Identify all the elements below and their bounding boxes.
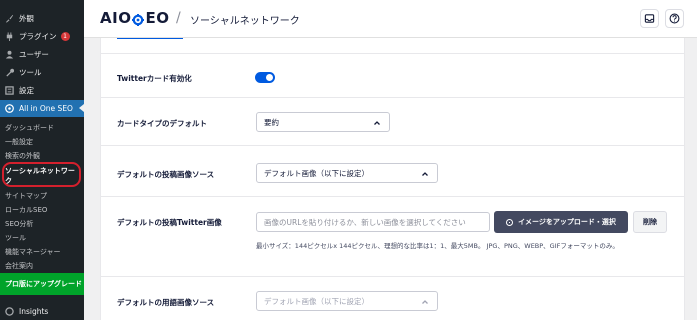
help-button[interactable] (665, 9, 684, 28)
select-value: 要約 (264, 117, 279, 127)
sidebar-item-label: ツール (19, 67, 42, 77)
sidebar-item-users[interactable]: ユーザー (0, 45, 84, 63)
chevron-up-icon (374, 121, 380, 125)
row-divider (101, 145, 684, 146)
notifications-button[interactable] (640, 9, 659, 28)
image-size-help-text: 最小サイズ：144ピクセルx 144ピクセル、理想的な比率は1：1、最大5MB。… (256, 242, 619, 250)
toggle-knob (266, 74, 273, 81)
admin-sidebar: 外観 プラグイン 1 ユーザー ツール 設定 All in One SEO ダッ… (0, 0, 84, 320)
submenu-item-search-appearance[interactable]: 検索の外観 (0, 149, 84, 162)
twitter-image-url-input[interactable]: 画像のURLを貼り付けるか、新しい画像を選択してください (256, 212, 490, 232)
update-count-badge: 1 (60, 31, 70, 41)
sidebar-item-label: 外観 (19, 13, 34, 23)
twitter-image-label: デフォルトの投稿Twitter画像 (117, 218, 222, 227)
user-icon (5, 50, 14, 59)
card-type-label: カードタイプのデフォルト (117, 119, 207, 128)
highlight-annotation (2, 162, 81, 187)
settings-icon (5, 85, 14, 95)
row-divider (101, 53, 684, 54)
sidebar-item-label: ユーザー (19, 49, 49, 59)
social-settings-card: Twitterカード有効化 カードタイプのデフォルト 要約 デフォルトの投稿画像… (100, 38, 685, 320)
plugin-icon (5, 31, 14, 41)
upload-circle-icon (506, 218, 514, 226)
sidebar-item-tools[interactable]: ツール (0, 63, 84, 81)
term-image-source-label: デフォルトの用語画像ソース (117, 298, 215, 307)
chevron-up-icon (422, 172, 428, 176)
upload-button-label: イメージをアップロード・選択 (518, 218, 616, 226)
submenu-item-seo-analysis[interactable]: SEO分析 (0, 217, 84, 230)
logo-gear-icon (132, 12, 145, 26)
cut-off-link[interactable] (117, 31, 183, 39)
inbox-icon (644, 14, 655, 23)
remove-image-button[interactable]: 削除 (633, 211, 667, 233)
sidebar-item-insights[interactable]: Insights (0, 303, 84, 320)
breadcrumb-separator: / (176, 10, 181, 26)
sidebar-item-label: プラグイン (19, 31, 57, 41)
sidebar-item-label: Insights (19, 307, 49, 316)
sidebar-item-plugins[interactable]: プラグイン 1 (0, 27, 84, 45)
page-title: ソーシャルネットワーク (190, 16, 300, 27)
card-type-select[interactable]: 要約 (256, 112, 390, 132)
submenu-item-tools[interactable]: ツール (0, 231, 84, 244)
active-menu-arrow (79, 104, 84, 112)
logo-text: AIO (100, 9, 132, 27)
sidebar-item-all-in-one-seo[interactable]: All in One SEO (0, 100, 84, 117)
aioseo-logo: AIO EO (100, 9, 169, 27)
brush-icon (5, 14, 14, 23)
row-divider (101, 196, 684, 197)
select-value: デフォルト画像（以下に設定） (264, 296, 369, 306)
chevron-up-icon (422, 300, 428, 304)
upgrade-to-pro-link[interactable]: プロ版にアップグレード (0, 273, 84, 295)
wrench-icon (5, 68, 14, 77)
default-image-source-label: デフォルトの投稿画像ソース (117, 170, 215, 179)
submenu-item-dashboard[interactable]: ダッシュボード (0, 121, 84, 134)
default-image-source-select[interactable]: デフォルト画像（以下に設定） (256, 163, 438, 183)
logo-text: EO (145, 9, 170, 27)
submenu-item-about-us[interactable]: 会社案内 (0, 259, 84, 272)
upload-image-button[interactable]: イメージをアップロード・選択 (494, 211, 628, 233)
submenu-item-local-seo[interactable]: ローカルSEO (0, 203, 84, 216)
sidebar-item-label: All in One SEO (19, 104, 73, 113)
row-divider (101, 276, 684, 277)
submenu-item-feature-manager[interactable]: 機能マネージャー (0, 245, 84, 258)
help-icon (669, 13, 680, 24)
sidebar-item-settings[interactable]: 設定 (0, 81, 84, 99)
sidebar-item-label: 設定 (19, 85, 34, 95)
sidebar-item-appearance[interactable]: 外観 (0, 9, 84, 27)
submenu-item-sitemap[interactable]: サイトマップ (0, 189, 84, 202)
twitter-card-toggle[interactable] (255, 72, 275, 83)
submenu-item-general-settings[interactable]: 一般設定 (0, 135, 84, 148)
term-image-source-select[interactable]: デフォルト画像（以下に設定） (256, 291, 438, 311)
aioseo-icon (5, 104, 14, 113)
select-value: デフォルト画像（以下に設定） (264, 168, 369, 178)
twitter-card-label: Twitterカード有効化 (117, 74, 192, 83)
row-divider (101, 97, 684, 98)
insights-icon (5, 307, 14, 316)
